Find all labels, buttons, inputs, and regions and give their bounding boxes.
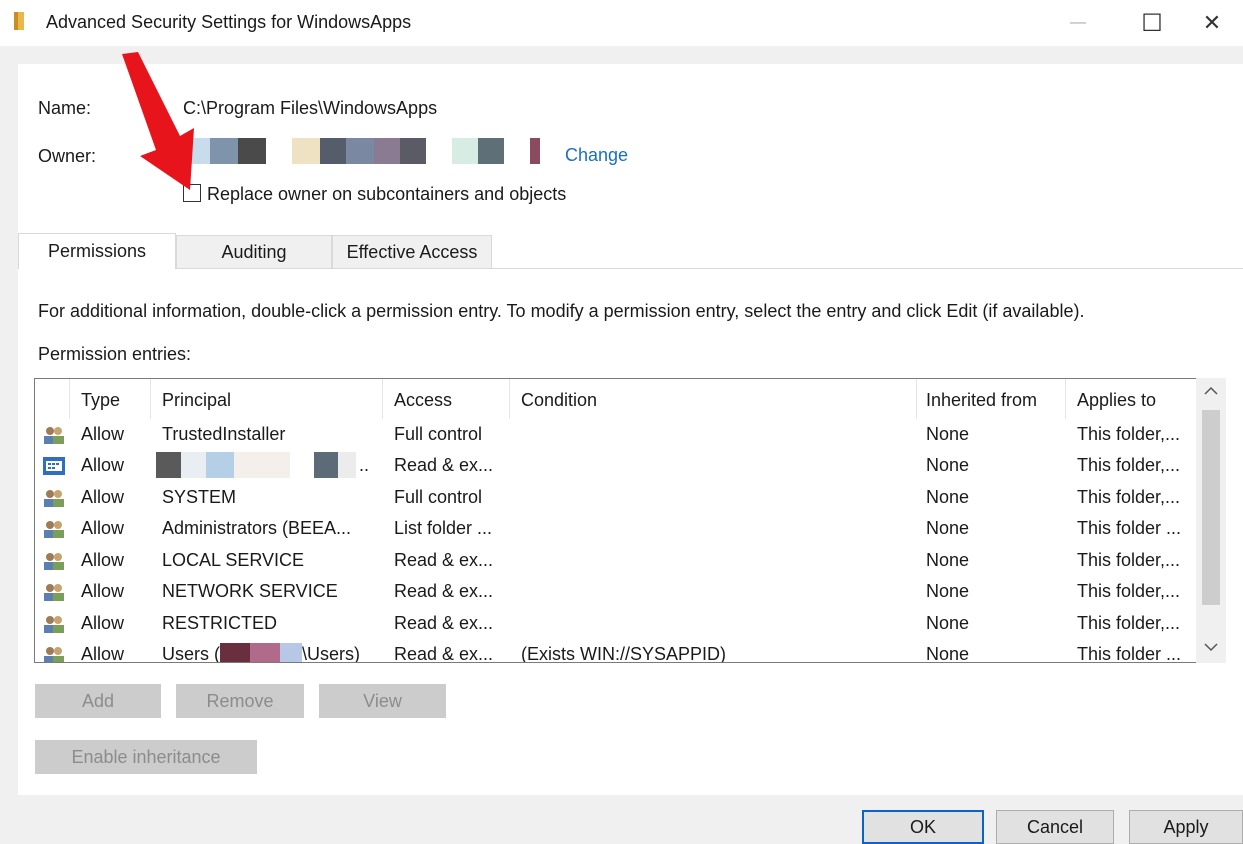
row-principal: SYSTEM [162,487,237,507]
row-access: Read & ex... [394,455,494,475]
permission-entries-label: Permission entries: [38,344,192,364]
row-access: Read & ex... [394,613,494,633]
row-applies: This folder,... [1077,487,1181,507]
cancel-button[interactable]: Cancel [996,810,1114,844]
row-principal: .. [359,455,370,475]
name-value: C:\Program Files\WindowsApps [183,98,438,118]
app-package-icon [43,457,65,475]
close-button[interactable]: ✕ [1180,0,1243,46]
row-access: Read & ex... [394,644,494,663]
row-access: Read & ex... [394,550,494,570]
row-inherited: None [926,518,970,538]
annotation-arrow-icon [122,52,194,190]
maximize-icon: ☐ [1141,9,1163,37]
replace-owner-label[interactable]: Replace owner on subcontainers and objec… [207,184,566,205]
row-inherited: None [926,581,970,601]
title-bar: Advanced Security Settings for WindowsAp… [0,0,1243,46]
tab-divider [176,268,1243,269]
row-access: Read & ex... [394,581,494,601]
row-condition: (Exists WIN://SYSAPPID) [521,644,727,663]
column-header-inherited-from[interactable]: Inherited from [926,390,1037,411]
row-type: Allow [81,581,125,601]
add-button-label: Add [81,690,115,711]
row-principal: LOCAL SERVICE [162,550,305,570]
users-icon [44,427,64,444]
window-title: Advanced Security Settings for WindowsAp… [46,12,412,32]
view-button[interactable]: View [319,684,446,718]
ok-button-label: OK [909,816,936,837]
cancel-button-label: Cancel [1026,816,1084,837]
permission-entries-list[interactable]: Type Principal Access Condition Inherite… [34,378,1226,663]
row-applies: This folder,... [1077,455,1181,475]
row-applies: This folder ... [1077,644,1182,663]
row-inherited: None [926,613,970,633]
users-icon [44,553,64,570]
tab-effective-access[interactable]: Effective Access [332,235,492,269]
row-type: Allow [81,550,125,570]
row-inherited: None [926,424,970,444]
scrollbar-thumb[interactable] [1202,410,1220,605]
row-principal-prefix: Users ( [162,644,220,663]
chevron-down-icon[interactable] [1204,642,1218,652]
row-access: Full control [394,487,483,507]
remove-button[interactable]: Remove [176,684,304,718]
row-principal-suffix: \Users) [302,644,360,663]
tab-permissions[interactable]: Permissions [18,233,176,269]
row-type: Allow [81,487,125,507]
users-icon [44,584,64,601]
apply-button-label: Apply [1163,816,1209,837]
column-header-condition[interactable]: Condition [521,390,597,411]
tab-permissions-label: Permissions [47,241,147,261]
row-principal: RESTRICTED [162,613,278,633]
column-header-principal[interactable]: Principal [162,390,231,411]
tab-auditing-label: Auditing [221,242,287,262]
column-header-applies-to[interactable]: Applies to [1077,390,1156,411]
owner-label: Owner: [38,146,97,166]
row-type: Allow [81,518,125,538]
column-header-type[interactable]: Type [81,390,120,411]
row-type: Allow [81,644,125,663]
ok-button[interactable]: OK [862,810,984,844]
apply-button[interactable]: Apply [1129,810,1243,844]
row-inherited: None [926,644,970,663]
close-icon: ✕ [1202,10,1222,35]
row-applies: This folder,... [1077,424,1181,444]
remove-button-label: Remove [206,690,274,711]
row-inherited: None [926,487,970,507]
row-access: List folder ... [394,518,493,538]
users-icon [44,647,64,662]
add-button[interactable]: Add [35,684,161,718]
enable-inheritance-button[interactable]: Enable inheritance [35,740,257,774]
row-principal: Administrators (BEEA... [162,518,352,538]
minimize-button[interactable]: — [1046,0,1110,46]
row-applies: This folder ... [1077,518,1182,538]
users-icon [44,490,64,507]
row-type: Allow [81,455,125,475]
folder-lock-icon [14,12,24,30]
row-type: Allow [81,424,125,444]
change-owner-link[interactable]: Change [565,145,628,166]
tab-effective-access-label: Effective Access [346,242,478,262]
row-inherited: None [926,455,970,475]
row-principal: NETWORK SERVICE [162,581,338,601]
row-applies: This folder,... [1077,581,1181,601]
row-type: Allow [81,613,125,633]
row-applies: This folder,... [1077,613,1181,633]
row-applies: This folder,... [1077,550,1181,570]
chevron-up-icon[interactable] [1204,386,1218,396]
name-label: Name: [38,98,92,118]
row-inherited: None [926,550,970,570]
users-icon [44,521,64,538]
row-principal: TrustedInstaller [162,424,286,444]
maximize-button[interactable]: ☐ [1120,0,1184,46]
users-icon [44,616,64,633]
row-access: Full control [394,424,483,444]
minimize-icon: — [1070,14,1086,31]
tab-auditing[interactable]: Auditing [176,235,332,269]
info-text: For additional information, double-click… [38,301,1085,321]
column-header-access[interactable]: Access [394,390,452,411]
view-button-label: View [363,690,402,711]
enable-inheritance-label: Enable inheritance [71,746,221,767]
